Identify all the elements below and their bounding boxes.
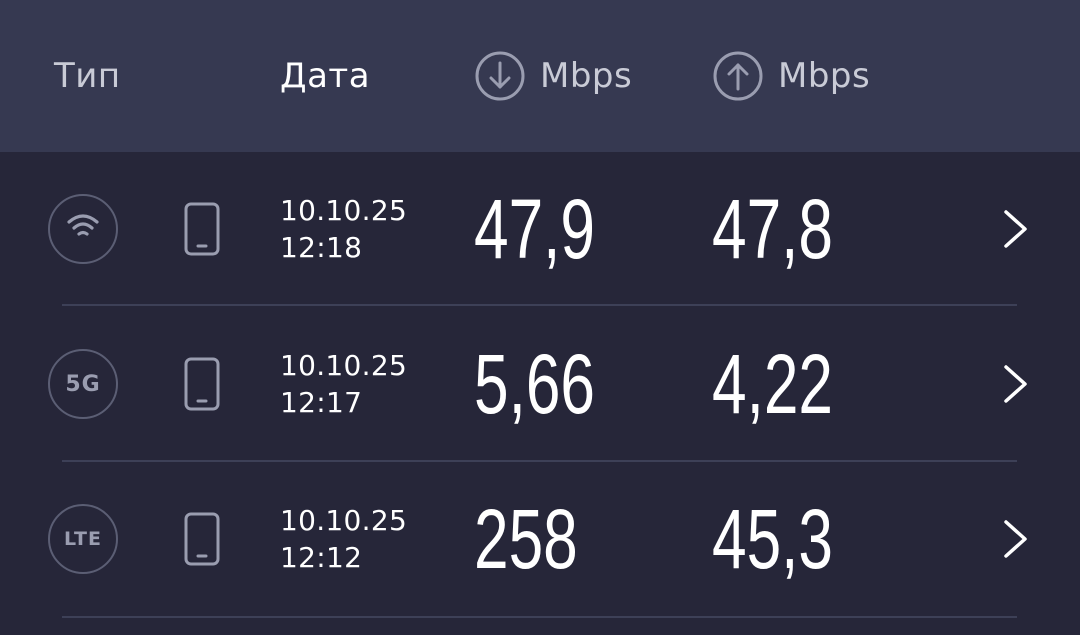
result-row[interactable]: 10.10.25 12:18 47,9 47,8 — [0, 152, 1080, 306]
row-divider — [62, 304, 1017, 306]
upload-header-label: Mbps — [778, 56, 871, 96]
results-header: Тип Дата Mbps Mbps — [0, 0, 1080, 152]
result-time: 12:17 — [280, 386, 363, 419]
result-date: 10.10.25 — [280, 194, 408, 227]
column-header-date[interactable]: Дата — [280, 0, 370, 152]
column-header-upload[interactable]: Mbps — [712, 0, 870, 152]
results-screen: Тип Дата Mbps Mbps 10.10.25 12:18 47,9 4… — [0, 0, 1080, 635]
result-row[interactable]: 5G 10.10.25 12:17 5,66 4,22 — [0, 307, 1080, 461]
result-datetime: 10.10.25 12:12 — [280, 502, 407, 576]
result-datetime: 10.10.25 12:17 — [280, 347, 407, 421]
arrow-up-circle-icon — [712, 50, 764, 102]
connection-type-badge: 5G — [48, 349, 118, 419]
wifi-icon — [66, 212, 100, 246]
connection-type-badge: LTE — [48, 504, 118, 574]
5g-badge-label: 5G — [65, 371, 101, 397]
result-datetime: 10.10.25 12:18 — [280, 192, 407, 266]
chevron-right-icon[interactable] — [996, 209, 1036, 249]
result-date: 10.10.25 — [280, 504, 408, 537]
chevron-right-icon[interactable] — [996, 364, 1036, 404]
download-speed-value: 258 — [474, 492, 578, 586]
result-time: 12:12 — [280, 541, 363, 574]
column-header-download[interactable]: Mbps — [474, 0, 632, 152]
upload-speed-value: 4,22 — [712, 337, 833, 431]
result-row[interactable]: LTE 10.10.25 12:12 258 45,3 — [0, 462, 1080, 616]
download-speed-value: 5,66 — [474, 337, 595, 431]
upload-speed-value: 47,8 — [712, 182, 833, 276]
result-time: 12:18 — [280, 231, 363, 264]
phone-icon — [184, 357, 220, 411]
upload-speed-value: 45,3 — [712, 492, 833, 586]
result-date: 10.10.25 — [280, 349, 408, 382]
chevron-right-icon[interactable] — [996, 519, 1036, 559]
phone-icon — [184, 202, 220, 256]
column-header-type: Тип — [54, 0, 121, 152]
download-header-label: Mbps — [540, 56, 633, 96]
phone-icon — [184, 512, 220, 566]
row-divider — [62, 616, 1017, 618]
type-header-label: Тип — [54, 56, 121, 96]
date-header-label: Дата — [280, 56, 371, 96]
connection-type-badge — [48, 194, 118, 264]
lte-badge-label: LTE — [64, 528, 102, 550]
arrow-down-circle-icon — [474, 50, 526, 102]
download-speed-value: 47,9 — [474, 182, 595, 276]
